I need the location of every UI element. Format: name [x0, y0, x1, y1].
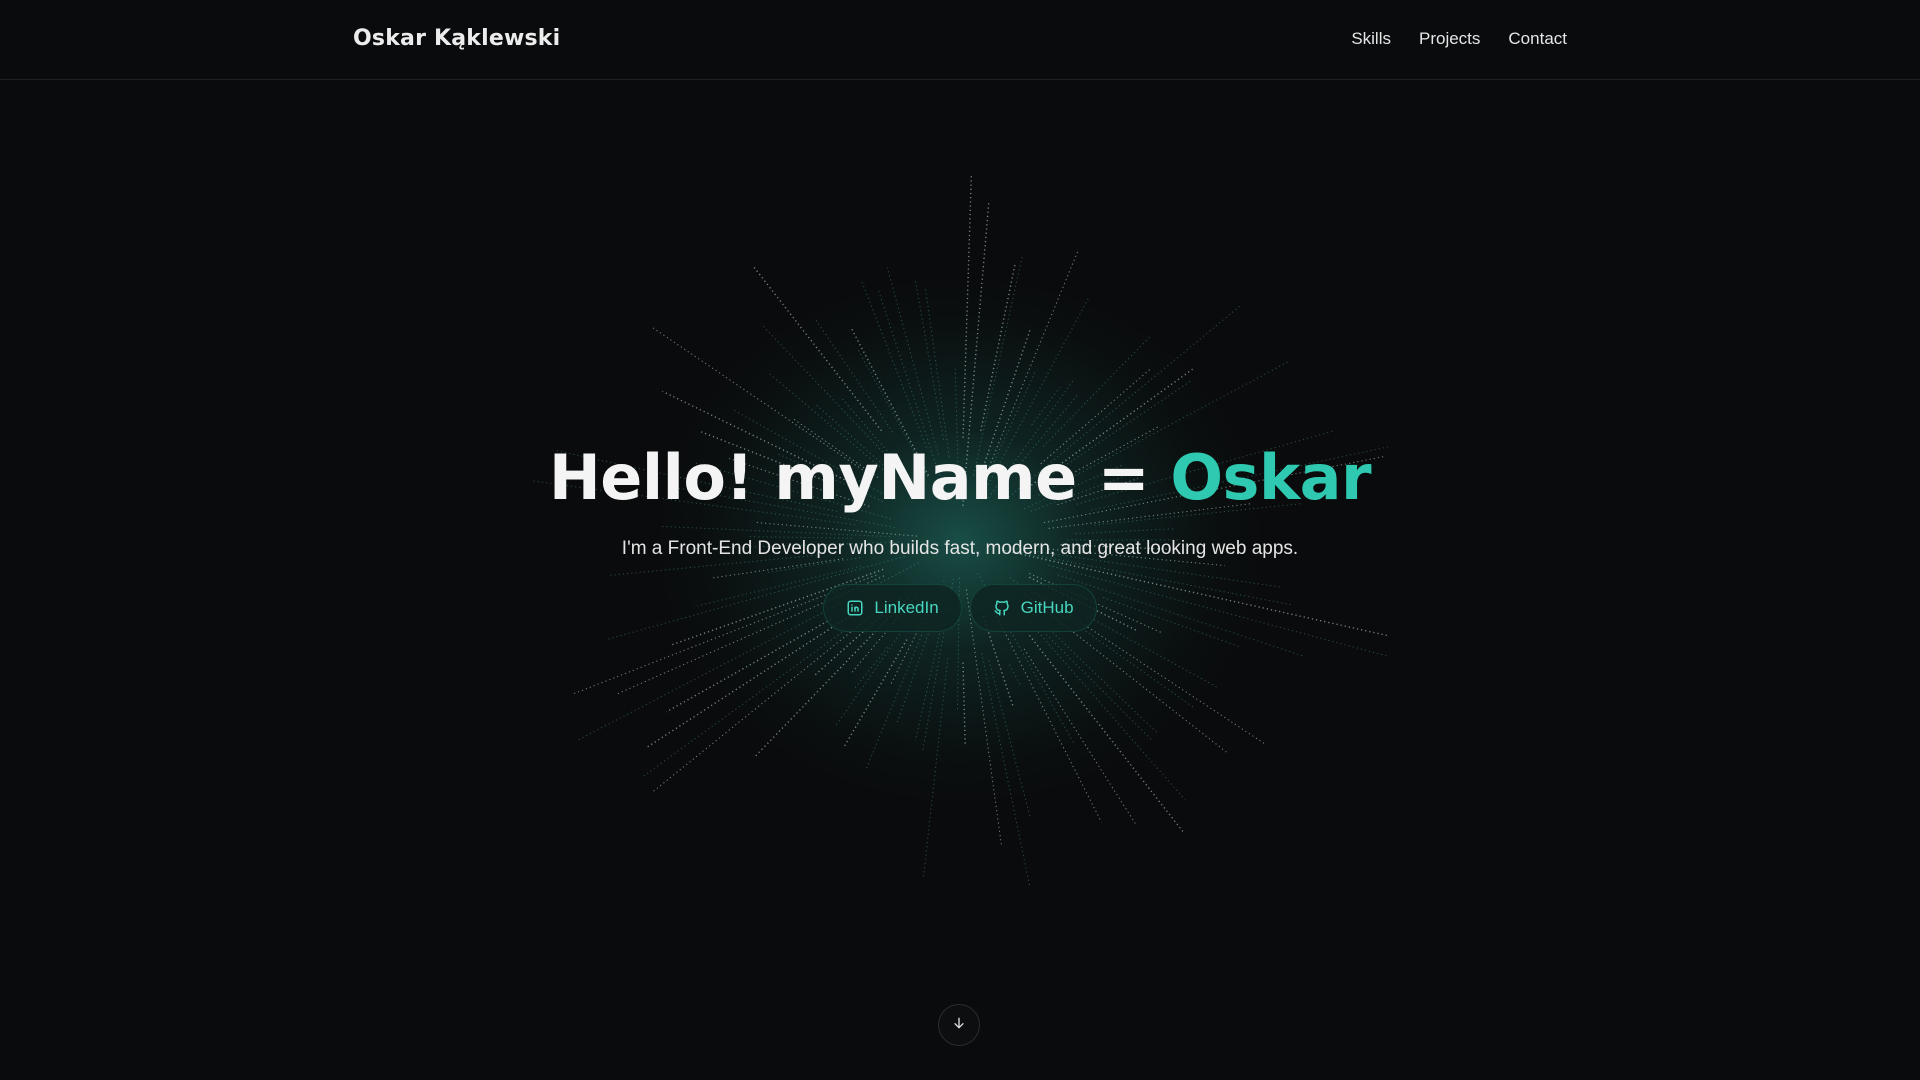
page: Oskar Kąklewski Skills Projects Contact … — [0, 0, 1920, 1080]
burst-ray — [1023, 648, 1137, 825]
burst-ray — [1045, 634, 1152, 740]
hero-title-name: Oskar — [1170, 441, 1372, 514]
github-button-label: GitHub — [1020, 598, 1074, 617]
github-button[interactable]: GitHub — [969, 584, 1097, 632]
burst-ray — [814, 318, 894, 433]
burst-ray — [886, 267, 939, 455]
nav-contact[interactable]: Contact — [1508, 29, 1567, 49]
main-nav: Skills Projects Contact — [1351, 29, 1567, 49]
hero-title-prefix: Hello! myName = — [548, 441, 1171, 514]
burst-ray — [1028, 634, 1184, 832]
burst-ray — [992, 608, 1102, 823]
burst-ray — [854, 647, 888, 689]
brand-name[interactable]: Oskar Kąklewski — [353, 26, 560, 51]
arrow-down-icon — [951, 1015, 967, 1036]
burst-ray — [760, 323, 884, 453]
linkedin-button[interactable]: LinkedIn — [823, 584, 962, 632]
hero-title: Hello! myName = Oskar — [0, 438, 1920, 518]
burst-ray — [642, 629, 846, 777]
nav-projects[interactable]: Projects — [1419, 29, 1480, 49]
nav-skills[interactable]: Skills — [1351, 29, 1391, 49]
burst-ray — [924, 287, 950, 457]
burst-ray — [834, 626, 905, 727]
burst-ray — [981, 653, 1031, 887]
burst-ray — [1009, 664, 1022, 687]
linkedin-icon — [846, 599, 864, 617]
burst-ray — [988, 660, 1031, 818]
linkedin-button-label: LinkedIn — [874, 598, 939, 617]
site-header: Oskar Kąklewski Skills Projects Contact — [0, 0, 1920, 80]
burst-ray — [962, 174, 973, 438]
burst-ray — [980, 264, 1016, 431]
scroll-down-button[interactable] — [938, 1004, 980, 1046]
social-buttons: LinkedIn GitHub — [0, 584, 1920, 632]
burst-ray — [1042, 336, 1151, 447]
hero-subtitle: I'm a Front-End Developer who builds fas… — [621, 538, 1299, 559]
hero-section: Hello! myName = Oskar I'm a Front-End De… — [0, 438, 1920, 632]
burst-ray — [860, 279, 928, 448]
burst-ray — [753, 266, 882, 432]
github-icon — [993, 599, 1011, 617]
burst-ray — [962, 662, 966, 744]
burst-ray — [665, 618, 832, 713]
